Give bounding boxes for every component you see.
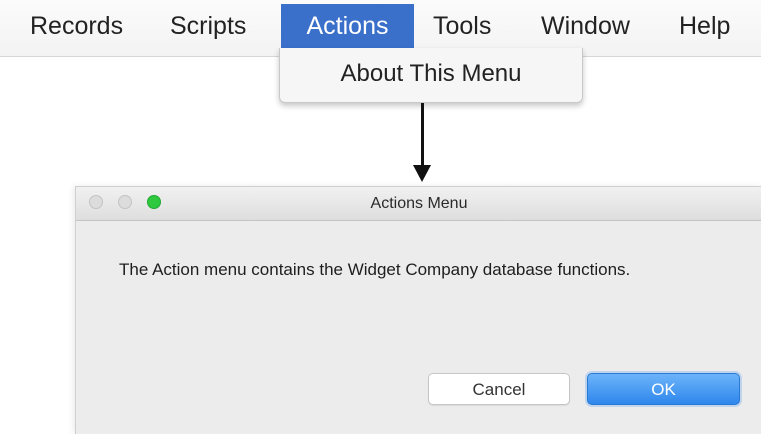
actions-dropdown-menu: About This Menu <box>279 48 583 103</box>
arrow-head-icon <box>413 165 431 182</box>
dialog-titlebar: Actions Menu <box>76 187 761 221</box>
menu-item-about-this-menu[interactable]: About This Menu <box>280 54 582 94</box>
menu-tools[interactable]: Tools <box>433 4 491 48</box>
menu-scripts[interactable]: Scripts <box>170 4 246 48</box>
menu-help[interactable]: Help <box>679 4 730 48</box>
arrow-down-icon <box>421 103 424 167</box>
menu-records[interactable]: Records <box>30 4 123 48</box>
dialog-message: The Action menu contains the Widget Comp… <box>119 260 631 279</box>
menu-window[interactable]: Window <box>541 4 630 48</box>
cancel-button[interactable]: Cancel <box>428 373 570 405</box>
dialog-title: Actions Menu <box>370 195 468 212</box>
ok-button[interactable]: OK <box>587 373 740 405</box>
actions-menu-dialog: Actions Menu The Action menu contains th… <box>75 186 761 434</box>
menu-actions[interactable]: Actions <box>281 4 414 48</box>
